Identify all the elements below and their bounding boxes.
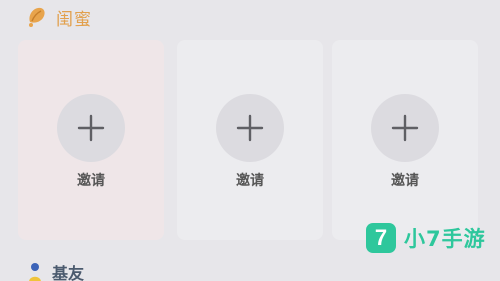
friend-section-title: 基友 — [52, 264, 85, 281]
invite-card-1[interactable]: 邀请 — [18, 40, 164, 240]
invite-card-3[interactable]: 邀请 — [332, 40, 478, 240]
watermark-logo: 7 小7手游 — [366, 223, 486, 253]
bestie-section-header: 闺蜜 — [26, 3, 92, 31]
friend-icon — [26, 262, 44, 281]
friend-section-header: 基友 — [26, 261, 84, 281]
bestie-icon — [26, 6, 48, 28]
invite-label: 邀请 — [391, 173, 419, 189]
section-title: 闺蜜 — [56, 9, 92, 30]
watermark-badge: 7 — [366, 223, 396, 253]
invite-label: 邀请 — [77, 173, 105, 189]
watermark-text: 小7手游 — [404, 227, 486, 251]
plus-icon[interactable] — [57, 94, 125, 162]
plus-icon[interactable] — [371, 94, 439, 162]
plus-icon[interactable] — [216, 94, 284, 162]
invite-label: 邀请 — [236, 173, 264, 189]
invite-card-2[interactable]: 邀请 — [177, 40, 323, 240]
